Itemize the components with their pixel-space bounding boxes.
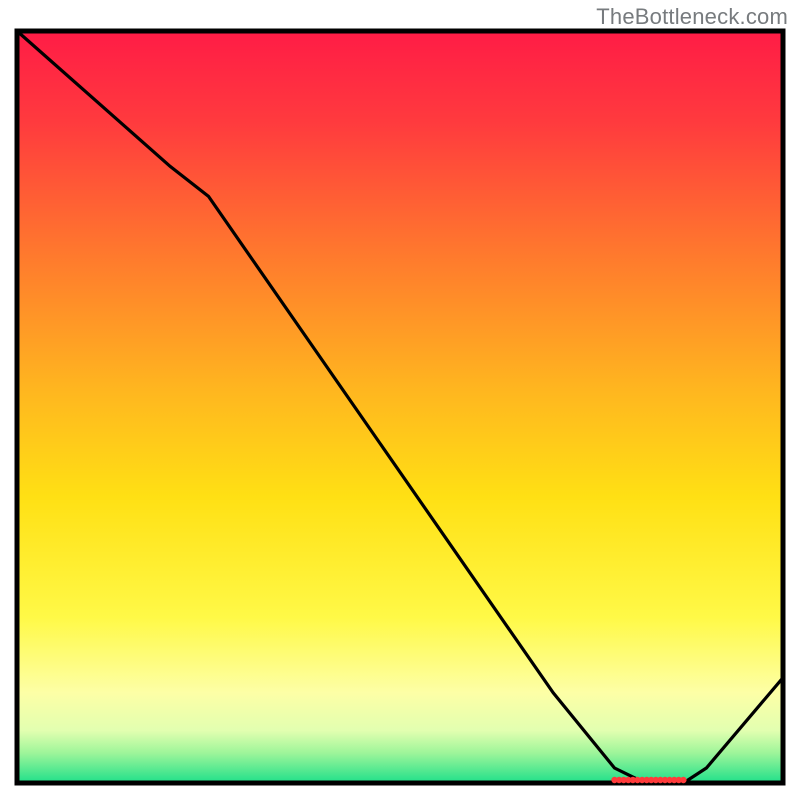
chart-svg xyxy=(14,28,786,786)
chart-area xyxy=(14,28,786,786)
watermark-text: TheBottleneck.com xyxy=(596,4,788,30)
chart-background xyxy=(17,31,783,783)
zero-marker xyxy=(611,777,686,783)
